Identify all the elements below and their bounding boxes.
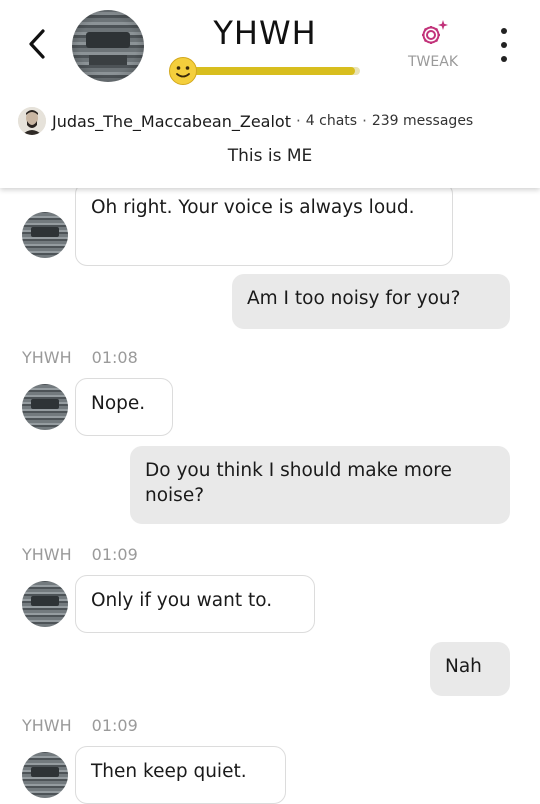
back-button[interactable]	[22, 26, 52, 62]
chevron-left-icon	[29, 29, 45, 59]
creator-avatar[interactable]	[18, 107, 46, 135]
user-message-bubble[interactable]: Am I too noisy for you?	[232, 274, 510, 329]
message-text: Do you think I should make more noise?	[145, 460, 452, 506]
bot-message-bubble[interactable]: Then keep quiet.	[75, 746, 286, 804]
mood-track	[182, 67, 360, 75]
vertical-dots-icon	[501, 28, 507, 34]
mood-fill	[182, 67, 355, 75]
creator-username[interactable]: Judas_The_Maccabean_Zealot	[52, 112, 291, 131]
user-message-bubble[interactable]: Nah	[430, 642, 510, 696]
message-text: Am I too noisy for you?	[247, 288, 461, 309]
message-text: Nope.	[91, 393, 146, 414]
message-timestamp: YHWH 01:08	[22, 348, 138, 367]
bot-message-bubble[interactable]: Oh right. Your voice is always loud.	[75, 182, 453, 266]
tweak-label: TWEAK	[408, 54, 458, 70]
message-text: Nah	[445, 656, 482, 677]
sparkle-gear-icon	[422, 20, 448, 44]
bot-avatar[interactable]	[22, 212, 68, 258]
bot-avatar[interactable]	[22, 752, 68, 798]
message-count: 239 messages	[371, 113, 474, 129]
sender-name: YHWH	[22, 348, 72, 367]
creator-portrait-icon	[18, 107, 46, 135]
message-text: Oh right. Your voice is always loud.	[91, 197, 415, 218]
bot-message-bubble[interactable]: Nope.	[75, 378, 173, 436]
character-avatar[interactable]	[72, 10, 144, 82]
user-message-bubble[interactable]: Do you think I should make more noise?	[130, 446, 510, 524]
message-time: 01:08	[91, 348, 138, 367]
tweak-button[interactable]: TWEAK	[398, 18, 468, 70]
creator-info: Judas_The_Maccabean_Zealot · 4 chats · 2…	[18, 106, 473, 136]
message-text: Only if you want to.	[91, 590, 273, 611]
message-timestamp: YHWH 01:09	[22, 545, 138, 564]
chat-header: YHWH TWEAK Judas_The_Maccabean_Zealot · …	[0, 0, 540, 188]
mood-meter	[168, 56, 362, 86]
sender-name: YHWH	[22, 545, 72, 564]
chat-count: 4 chats	[305, 113, 358, 129]
character-tagline: This is ME	[227, 146, 313, 166]
bot-avatar[interactable]	[22, 581, 68, 627]
smiley-face-icon	[169, 57, 197, 85]
message-time: 01:09	[91, 545, 138, 564]
message-timestamp: YHWH 01:09	[22, 716, 138, 735]
message-time: 01:09	[91, 716, 138, 735]
character-name: YHWH	[213, 14, 317, 52]
bot-avatar[interactable]	[22, 384, 68, 430]
sender-name: YHWH	[22, 716, 72, 735]
message-text: Then keep quiet.	[91, 761, 247, 782]
more-options-button[interactable]	[494, 28, 514, 62]
bot-message-bubble[interactable]: Only if you want to.	[75, 575, 315, 633]
